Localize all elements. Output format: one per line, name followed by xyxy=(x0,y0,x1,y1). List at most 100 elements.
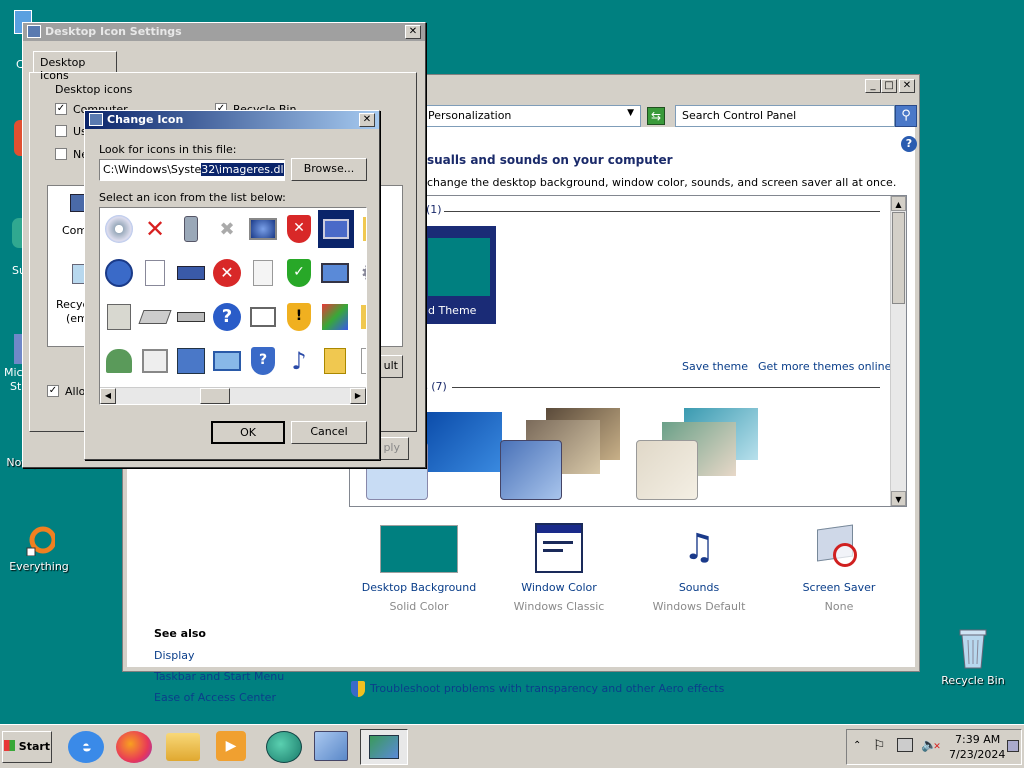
user-files-checkbox[interactable] xyxy=(55,125,67,137)
scroll-left-icon[interactable]: ◀ xyxy=(100,388,116,404)
scanner-icon[interactable] xyxy=(138,300,172,334)
item-title: Desktop Background xyxy=(361,581,477,594)
delete-x-icon[interactable]: ✕ xyxy=(138,212,172,246)
shield-x-icon[interactable]: ✕ xyxy=(282,212,316,246)
search-input[interactable]: Search Control Panel xyxy=(675,105,895,127)
refresh-icon[interactable]: ⇆ xyxy=(647,107,665,125)
screen-saver-icon xyxy=(817,523,861,573)
help-icon[interactable]: ? xyxy=(901,136,917,152)
screen-saver-item[interactable]: Screen Saver None xyxy=(777,523,901,613)
icon-grid-scrollbar[interactable]: ◀ ▶ xyxy=(100,387,366,404)
projector-screen-icon[interactable] xyxy=(246,300,280,334)
media-icon[interactable] xyxy=(102,300,136,334)
shield-check-icon[interactable]: ✓ xyxy=(282,256,316,290)
monitor-icon[interactable] xyxy=(246,212,280,246)
theme-list-scrollbar[interactable]: ▲ ▼ xyxy=(890,196,906,506)
control-panel-icon[interactable] xyxy=(314,731,348,761)
close-button[interactable]: ✕ xyxy=(899,79,915,93)
start-button[interactable]: Start xyxy=(2,731,52,763)
window-color-item[interactable]: Window Color Windows Classic xyxy=(497,523,621,613)
ok-button[interactable]: OK xyxy=(211,421,285,444)
firefox-icon[interactable] xyxy=(116,731,152,763)
library-icon[interactable] xyxy=(174,344,208,378)
cancel-button[interactable]: Cancel xyxy=(291,421,367,444)
minimize-button[interactable]: _ xyxy=(865,79,881,93)
computer-selected-icon[interactable] xyxy=(318,210,354,248)
document-icon[interactable] xyxy=(138,256,172,290)
unsaved-theme-thumb[interactable]: d Theme xyxy=(422,226,496,324)
desktop-icon-label: Everything xyxy=(9,560,69,573)
address-bar[interactable]: Personalization ▼ xyxy=(423,105,641,127)
window-frame-icon[interactable] xyxy=(210,344,244,378)
gear-icon[interactable]: ⚙ xyxy=(354,256,366,290)
allow-themes-checkbox[interactable]: ✓ xyxy=(47,385,59,397)
get-more-themes-link[interactable]: Get more themes online xyxy=(758,360,891,373)
close-button[interactable]: ✕ xyxy=(359,113,375,127)
help-icon[interactable]: ? xyxy=(210,300,244,334)
internet-explorer-icon[interactable]: e xyxy=(68,731,104,763)
browse-button[interactable]: Browse... xyxy=(291,158,367,181)
phone-icon[interactable] xyxy=(174,212,208,246)
network-icon[interactable] xyxy=(897,738,913,752)
window-icon[interactable] xyxy=(138,344,172,378)
network-icon[interactable] xyxy=(102,256,136,290)
tab-desktop-icons[interactable]: Desktop Icons xyxy=(33,51,117,82)
media-player-icon[interactable]: ▶ xyxy=(216,731,246,761)
chevron-up-icon[interactable]: ⌃ xyxy=(853,740,861,751)
sounds-icon: ♫ xyxy=(682,527,716,568)
window-icon xyxy=(89,113,103,126)
chevron-down-icon[interactable]: ▼ xyxy=(627,108,634,118)
recycle-bin-icon xyxy=(959,629,987,669)
users-icon[interactable] xyxy=(102,344,136,378)
shield-help-icon[interactable]: ? xyxy=(246,344,280,378)
clock-time[interactable]: 7:39 AM xyxy=(955,733,1000,746)
search-icon[interactable]: ⚲ xyxy=(895,105,917,127)
scroll-thumb[interactable] xyxy=(200,388,230,404)
file-path-input[interactable]: C:\Windows\Syste32\imageres.dll xyxy=(99,159,285,181)
folder-icon[interactable] xyxy=(354,300,366,334)
file-explorer-icon[interactable] xyxy=(166,733,200,761)
icon-grid[interactable]: ✕ ✖ ✕ ✕ ✓ ⚙ ? ! ? ♪ ◀ ▶ xyxy=(99,207,367,405)
desktop-icon-everything[interactable]: Everything xyxy=(4,524,74,573)
theme-list[interactable]: (1) d Theme Save theme Get more themes o… xyxy=(349,195,907,507)
item-title: Window Color xyxy=(521,581,597,594)
text-icon[interactable] xyxy=(354,344,366,378)
volume-muted-icon[interactable]: 🔈✕ xyxy=(921,738,941,753)
flag-icon[interactable]: ⚐ xyxy=(873,738,886,754)
documents-folder-icon[interactable] xyxy=(318,344,352,378)
display-icon[interactable] xyxy=(318,256,352,290)
maximize-button[interactable]: □ xyxy=(881,79,897,93)
clock-date[interactable]: 7/23/2024 xyxy=(949,748,1005,761)
app-icon[interactable] xyxy=(266,731,302,763)
item-title: Screen Saver xyxy=(802,581,876,594)
scroll-right-icon[interactable]: ▶ xyxy=(350,388,366,404)
scroll-thumb[interactable] xyxy=(892,212,905,304)
folder-icon[interactable] xyxy=(356,212,366,246)
desktop-icon[interactable] xyxy=(1007,740,1019,752)
network-adapter-icon[interactable] xyxy=(174,256,208,290)
scroll-down-icon[interactable]: ▼ xyxy=(891,491,906,506)
network-checkbox[interactable] xyxy=(55,148,67,160)
music-folder-icon[interactable]: ♪ xyxy=(282,344,316,378)
drive-icon[interactable] xyxy=(174,300,208,334)
see-also-taskbar-link[interactable]: Taskbar and Start Menu xyxy=(154,670,284,683)
programs-icon[interactable] xyxy=(318,300,352,334)
sounds-item[interactable]: ♫ Sounds Windows Default xyxy=(637,523,761,613)
computer-checkbox[interactable]: ✓ xyxy=(55,103,67,115)
see-also-ease-link[interactable]: Ease of Access Center xyxy=(154,691,276,704)
disc-icon[interactable] xyxy=(102,212,136,246)
scroll-up-icon[interactable]: ▲ xyxy=(891,196,906,211)
theme-thumb-nature[interactable] xyxy=(636,406,758,500)
theme-thumb-architecture[interactable] xyxy=(500,406,620,500)
error-icon[interactable]: ✕ xyxy=(210,256,244,290)
gray-x-icon[interactable]: ✖ xyxy=(210,212,244,246)
shield-warning-icon[interactable]: ! xyxy=(282,300,316,334)
see-also-display-link[interactable]: Display xyxy=(154,649,195,662)
taskbar-active-window[interactable] xyxy=(360,729,408,765)
troubleshoot-link[interactable]: Troubleshoot problems with transparency … xyxy=(370,682,724,695)
page-icon[interactable] xyxy=(246,256,280,290)
desktop-icon-recycle-bin[interactable]: Recycle Bin xyxy=(938,626,1008,687)
close-button[interactable]: ✕ xyxy=(405,25,421,39)
save-theme-link[interactable]: Save theme xyxy=(682,360,748,373)
desktop-background-item[interactable]: Desktop Background Solid Color xyxy=(357,523,481,613)
